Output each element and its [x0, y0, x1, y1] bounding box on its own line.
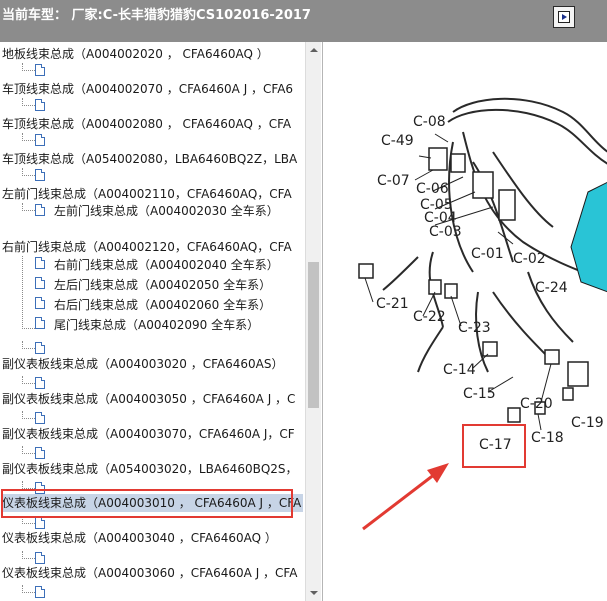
- tree-node[interactable]: 车顶线束总成（A004002080 ， CFA6460AQ ，CFA: [2, 115, 291, 133]
- tree-child-node[interactable]: 尾门线束总成（A00402090 全车系）: [54, 316, 259, 334]
- tree-node[interactable]: 地板线束总成（A004002020 ， CFA6460AQ ）: [2, 45, 269, 63]
- connector-c19: [567, 361, 589, 387]
- connector-label: C-15: [463, 386, 496, 402]
- connector-label: C-24: [535, 280, 568, 296]
- tree-connector: [22, 551, 35, 559]
- connector-label: C-14: [443, 362, 476, 378]
- connector-label: C-03: [429, 224, 462, 240]
- tree-node[interactable]: 仪表板线束总成（A004003040 ，CFA6460AQ ）: [2, 529, 277, 547]
- tree-connector: [22, 341, 35, 349]
- connector-label: C-23: [458, 320, 491, 336]
- tree-node[interactable]: 副仪表板线束总成（A004003070，CFA6460A J，CF: [2, 425, 295, 443]
- connector-label: C-08: [413, 114, 446, 130]
- document-leaf-icon[interactable]: [35, 447, 45, 459]
- document-leaf-icon[interactable]: [35, 257, 45, 269]
- tree-connector: [22, 411, 35, 419]
- document-leaf-icon[interactable]: [35, 377, 45, 389]
- document-leaf-icon[interactable]: [35, 297, 45, 309]
- harness-tree: 地板线束总成（A004002020 ， CFA6460AQ ） 车顶线束总成（A…: [0, 42, 305, 601]
- wiring-harness-diagram: C-08 C-49 C-07 C-06 C-05 C-04 C-03 C-01 …: [358, 97, 607, 531]
- document-leaf-icon[interactable]: [35, 99, 45, 111]
- document-leaf-icon[interactable]: [35, 317, 45, 329]
- document-leaf-icon[interactable]: [35, 586, 45, 598]
- tree-node[interactable]: 副仪表板线束总成（A054003020，LBA6460BQ2S，: [2, 460, 298, 478]
- highlight-box: [1, 489, 293, 518]
- connector-label: C-20: [520, 396, 553, 412]
- tree-connector: [22, 376, 35, 384]
- document-leaf-icon[interactable]: [35, 277, 45, 289]
- scroll-thumb[interactable]: [308, 262, 319, 408]
- tree-node[interactable]: 车顶线束总成（A004002070 ，CFA6460A J ，CFA6: [2, 80, 293, 98]
- tree-node[interactable]: 车顶线束总成（A054002080，LBA6460BQ2Z，LBA: [2, 150, 297, 168]
- tree-node[interactable]: 副仪表板线束总成（A004003020 ，CFA6460AS）: [2, 355, 284, 373]
- connector-c21: [358, 263, 374, 279]
- tree-connector: [22, 585, 35, 593]
- tree-connector: [22, 203, 35, 211]
- window-title: 当前车型： 厂家:C-长丰猎豹猎豹CS102016-2017: [2, 8, 311, 23]
- connector-label: C-21: [376, 296, 409, 312]
- document-leaf-icon[interactable]: [35, 64, 45, 76]
- cyan-component: [570, 181, 607, 293]
- tree-scrollbar[interactable]: [305, 42, 321, 601]
- connector-c17: [507, 407, 521, 423]
- connector-c07: [428, 147, 448, 171]
- tree-connector: [22, 98, 35, 106]
- connector-label: C-07: [377, 173, 410, 189]
- wiring-diagram-panel: C-08 C-49 C-07 C-06 C-05 C-04 C-03 C-01 …: [322, 42, 607, 601]
- connector-label: C-18: [531, 430, 564, 446]
- connector-label: C-02: [513, 251, 546, 267]
- tree-child-node[interactable]: 左前门线束总成（A004002030 全车系）: [54, 202, 279, 220]
- tree-connector: [22, 168, 35, 176]
- connector-label: C-01: [471, 246, 504, 262]
- document-leaf-icon[interactable]: [35, 204, 45, 216]
- document-leaf-icon[interactable]: [35, 342, 45, 354]
- pointer-arrow: [362, 472, 436, 531]
- connector-label: C-06: [416, 181, 449, 197]
- tree-child-node[interactable]: 右后门线束总成（A00402060 全车系）: [54, 296, 271, 314]
- tree-connector: [22, 133, 35, 141]
- document-leaf-icon[interactable]: [35, 552, 45, 564]
- title-bar: 当前车型： 厂家:C-长丰猎豹猎豹CS102016-2017: [0, 0, 607, 42]
- connector-label: C-22: [413, 309, 446, 325]
- tree-connector: [22, 446, 35, 454]
- connector-label-highlighted: C-17: [479, 437, 512, 453]
- tree-child-node[interactable]: 右前门线束总成（A004002040 全车系）: [54, 256, 279, 274]
- document-leaf-icon[interactable]: [35, 134, 45, 146]
- arrow-head-icon: [427, 463, 449, 483]
- panel-toggle-button[interactable]: [553, 6, 575, 28]
- document-leaf-icon[interactable]: [35, 517, 45, 529]
- tree-connector: [22, 256, 35, 329]
- connector-label: C-19: [571, 415, 604, 431]
- tree-connector: [22, 481, 35, 489]
- expand-icon: [558, 11, 570, 23]
- document-leaf-icon[interactable]: [35, 169, 45, 181]
- connector-label: C-49: [381, 133, 414, 149]
- tree-node[interactable]: 副仪表板线束总成（A004003050 ，CFA6460A J ，C: [2, 390, 295, 408]
- tree-child-node[interactable]: 左后门线束总成（A00402050 全车系）: [54, 276, 271, 294]
- document-leaf-icon[interactable]: [35, 412, 45, 424]
- tree-node[interactable]: 左前门线束总成（A004002110，CFA6460AQ，CFA: [2, 185, 292, 203]
- tree-connector: [22, 63, 35, 71]
- tree-node[interactable]: 右前门线束总成（A004002120，CFA6460AQ，CFA: [2, 238, 292, 256]
- scroll-up-arrow-icon[interactable]: [306, 42, 321, 58]
- scroll-down-arrow-icon[interactable]: [306, 585, 321, 601]
- tree-node[interactable]: 仪表板线束总成（A004003060 ，CFA6460A J ，CFA: [2, 564, 297, 582]
